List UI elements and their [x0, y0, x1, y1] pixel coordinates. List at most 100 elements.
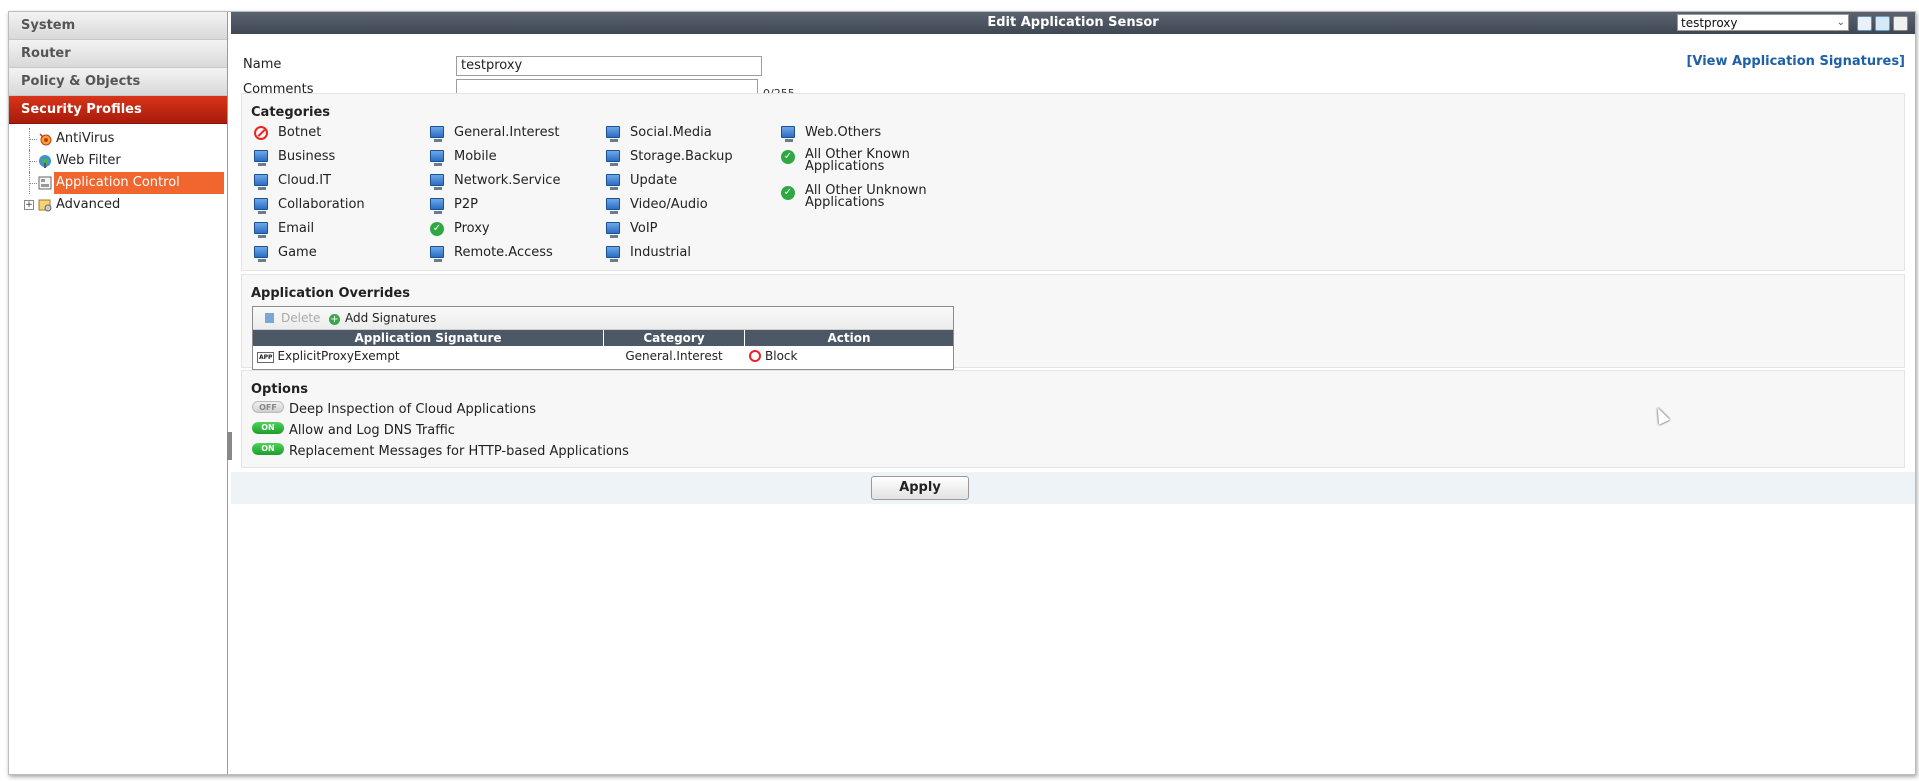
category-p2p[interactable]: P2P [428, 197, 478, 214]
category-mobile[interactable]: Mobile [428, 149, 497, 166]
allow-check-icon[interactable]: ✓ [430, 222, 444, 236]
name-label: Name [243, 57, 282, 72]
profile-select-value: testproxy [1681, 16, 1738, 30]
category-collaboration[interactable]: Collaboration [252, 197, 365, 214]
category-video-audio[interactable]: Video/Audio [604, 197, 708, 214]
name-input[interactable]: testproxy [456, 56, 762, 76]
profile-select[interactable]: testproxy ⌄ [1677, 14, 1849, 31]
list-profiles-icon[interactable] [1893, 16, 1908, 31]
monitor-icon[interactable] [254, 246, 268, 262]
category-social-media[interactable]: Social.Media [604, 125, 712, 142]
delete-button[interactable]: Delete [265, 307, 320, 329]
monitor-icon[interactable] [430, 150, 444, 166]
category-label: Video/Audio [630, 197, 708, 212]
dns-traffic-toggle[interactable]: ON [252, 422, 284, 434]
category-label: Email [278, 221, 315, 236]
action-value: Block [765, 349, 798, 363]
category-update[interactable]: Update [604, 173, 677, 190]
category-email[interactable]: Email [252, 221, 315, 238]
category-all-other-unknown[interactable]: ✓ All Other Unknown Applications [779, 184, 927, 209]
monitor-icon[interactable] [430, 126, 444, 142]
nav-section-router[interactable]: Router [9, 40, 227, 68]
add-signatures-label: Add Signatures [345, 311, 437, 325]
tree-item-label: AntiVirus [56, 131, 115, 146]
monitor-icon[interactable] [430, 246, 444, 262]
category-all-other-known[interactable]: ✓ All Other Known Applications [779, 148, 910, 173]
header-category[interactable]: Category [604, 330, 745, 346]
trash-icon [265, 313, 274, 323]
delete-button-label: Delete [281, 311, 321, 325]
monitor-icon[interactable] [606, 174, 620, 190]
signature-cell: APP ExplicitProxyExempt [257, 346, 400, 366]
nav-section-system[interactable]: System [9, 12, 227, 40]
header-action[interactable]: Action [745, 330, 953, 346]
deep-inspection-toggle[interactable]: OFF [252, 401, 284, 413]
header-application-signature[interactable]: Application Signature [253, 330, 604, 346]
tree-item-web-filter[interactable]: Web Filter [9, 150, 227, 172]
web-filter-icon [39, 155, 51, 168]
monitor-icon[interactable] [254, 150, 268, 166]
page-title: Edit Application Sensor [987, 15, 1159, 30]
monitor-icon[interactable] [254, 198, 268, 214]
monitor-icon[interactable] [430, 198, 444, 214]
category-business[interactable]: Business [252, 149, 335, 166]
monitor-icon[interactable] [606, 222, 620, 238]
monitor-icon[interactable] [606, 198, 620, 214]
category-label: Mobile [454, 149, 497, 164]
main-panel: Edit Application Sensor testproxy ⌄ [Vie… [231, 12, 1915, 774]
tree-item-antivirus[interactable]: AntiVirus [9, 128, 227, 150]
monitor-icon[interactable] [781, 126, 795, 142]
block-icon[interactable] [254, 126, 268, 140]
view-application-signatures-link[interactable]: [View Application Signatures] [1686, 54, 1905, 69]
application-overrides-section: Application Overrides Delete + Add Signat… [241, 274, 1905, 370]
category-cloud-it[interactable]: Cloud.IT [252, 173, 332, 190]
category-label: Cloud.IT [278, 173, 332, 188]
expand-icon[interactable]: + [24, 200, 34, 210]
nav-section-policy-objects[interactable]: Policy & Objects [9, 68, 227, 96]
monitor-icon[interactable] [606, 126, 620, 142]
tree-item-application-control[interactable]: Application Control [9, 172, 227, 194]
monitor-icon[interactable] [430, 174, 444, 190]
category-web-others[interactable]: Web.Others [779, 125, 881, 142]
add-profile-icon[interactable] [1857, 16, 1872, 31]
category-label: Game [278, 245, 317, 260]
tree-item-label: Web Filter [56, 153, 121, 168]
action-cell: Block [749, 346, 797, 366]
table-row[interactable]: APP ExplicitProxyExempt General.Interest … [253, 346, 953, 366]
category-general-interest[interactable]: General.Interest [428, 125, 559, 142]
dns-traffic-label: Allow and Log DNS Traffic [289, 423, 455, 438]
category-label: P2P [454, 197, 478, 212]
monitor-icon[interactable] [606, 150, 620, 166]
monitor-icon[interactable] [606, 246, 620, 262]
clone-profile-icon[interactable] [1875, 16, 1890, 31]
category-voip[interactable]: VoIP [604, 221, 658, 238]
category-label-line2: Applications [805, 159, 885, 174]
tree-item-advanced[interactable]: + Advanced [9, 194, 227, 216]
category-storage-backup[interactable]: Storage.Backup [604, 149, 733, 166]
category-network-service[interactable]: Network.Service [428, 173, 561, 190]
overrides-table: Delete + Add Signatures Application Signa… [252, 306, 954, 370]
add-signatures-button[interactable]: + Add Signatures [329, 307, 436, 329]
allow-check-icon[interactable]: ✓ [781, 150, 795, 164]
nav-section-security-profiles[interactable]: Security Profiles [9, 96, 227, 124]
category-label-line2: Applications [805, 195, 885, 210]
category-remote-access[interactable]: Remote.Access [428, 245, 553, 262]
monitor-icon[interactable] [254, 174, 268, 190]
category-label: Storage.Backup [630, 149, 733, 164]
apply-button[interactable]: Apply [871, 476, 969, 500]
allow-check-icon[interactable]: ✓ [781, 186, 795, 200]
category-label: Network.Service [454, 173, 561, 188]
deep-inspection-label: Deep Inspection of Cloud Applications [289, 402, 537, 417]
category-industrial[interactable]: Industrial [604, 245, 691, 262]
sidebar: System Router Policy & Objects Security … [9, 12, 228, 774]
category-game[interactable]: Game [252, 245, 317, 262]
monitor-icon[interactable] [254, 222, 268, 238]
replacement-messages-toggle[interactable]: ON [252, 443, 284, 455]
category-proxy[interactable]: ✓ Proxy [428, 221, 490, 237]
category-botnet[interactable]: Botnet [252, 125, 321, 141]
application-control-icon [38, 176, 52, 190]
overrides-header-row: Application Signature Category Action [253, 330, 953, 346]
application-overrides-title: Application Overrides [251, 286, 410, 301]
security-profiles-tree: AntiVirus Web Filter Application Control… [9, 124, 227, 216]
replacement-messages-label: Replacement Messages for HTTP-based Appl… [289, 444, 629, 459]
